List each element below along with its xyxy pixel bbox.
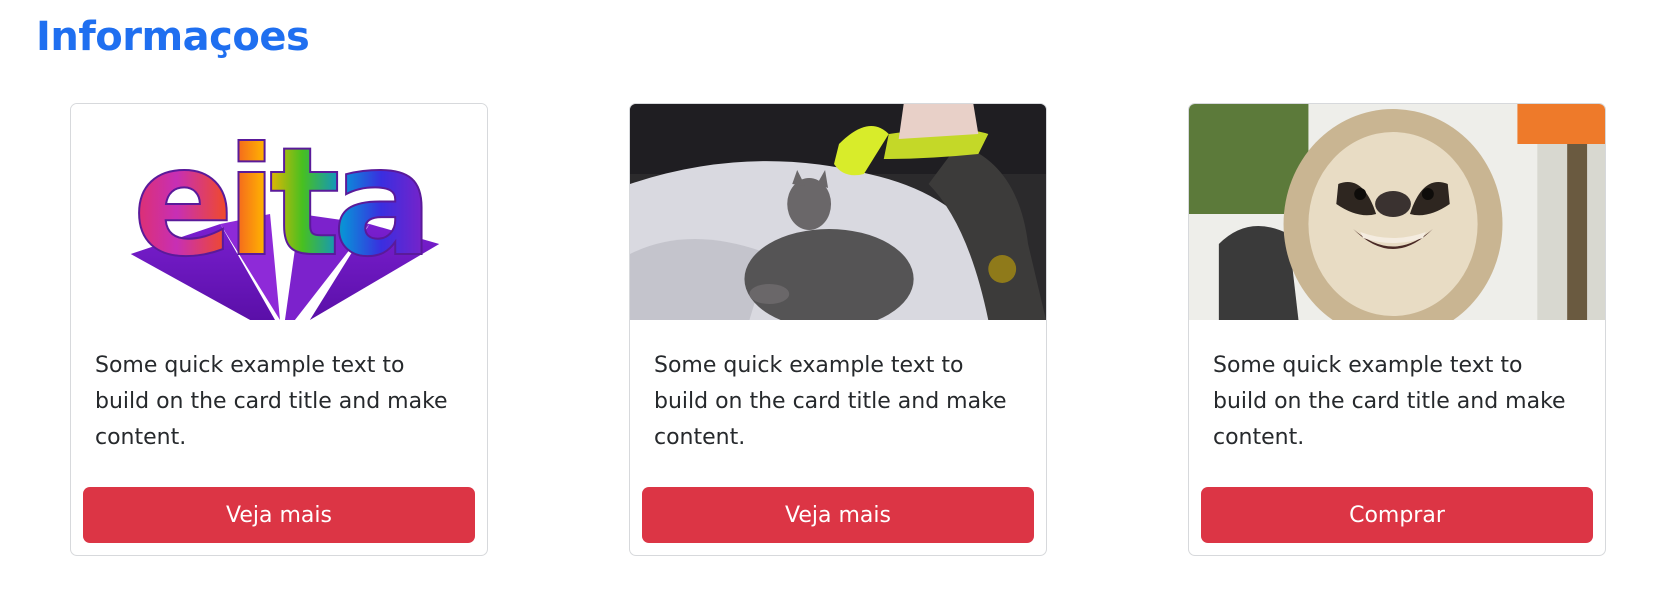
card-text: Some quick example text to build on the …	[95, 353, 448, 450]
veja-mais-button[interactable]: Veja mais	[642, 487, 1034, 543]
eita-logo-text: eita	[133, 116, 426, 290]
cat-photo-image	[630, 104, 1046, 320]
card-image-eita: eita	[71, 104, 487, 320]
comprar-button[interactable]: Comprar	[1201, 487, 1593, 543]
sloth-photo-image	[1189, 104, 1605, 320]
eita-logo-image: eita	[71, 104, 487, 320]
card-cat: Some quick example text to build on the …	[629, 103, 1047, 556]
veja-mais-button[interactable]: Veja mais	[83, 487, 475, 543]
page: Informaçoes eita Some quick example text…	[0, 0, 1656, 601]
card-sloth: Some quick example text to build on the …	[1188, 103, 1606, 556]
card-eita: eita Some quick example text to build on…	[70, 103, 488, 556]
card-text: Some quick example text to build on the …	[654, 353, 1007, 450]
card-image-sloth	[1189, 104, 1605, 320]
card-image-cat	[630, 104, 1046, 320]
page-title: Informaçoes	[36, 14, 310, 60]
card-text: Some quick example text to build on the …	[1213, 353, 1566, 450]
